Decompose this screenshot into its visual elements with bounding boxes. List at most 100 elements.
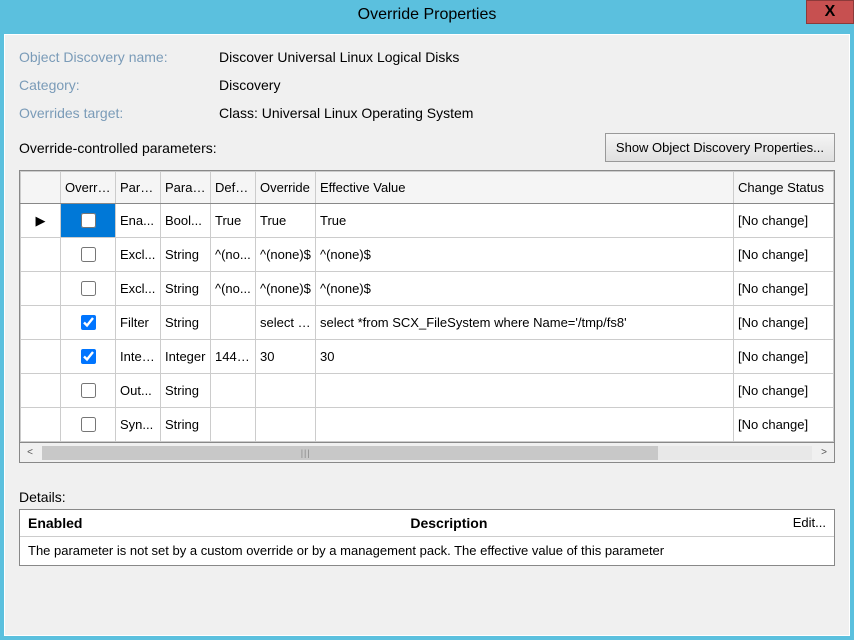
row-marker: ▶ [21, 204, 61, 238]
details-header: Enabled Description Edit... [20, 510, 834, 537]
table-row[interactable]: Excl...String^(no...^(none)$^(none)$[No … [21, 272, 834, 306]
override-checkbox[interactable] [81, 281, 96, 296]
discovery-name-row: Object Discovery name: Discover Universa… [19, 49, 835, 65]
titlebar: Override Properties X [0, 0, 854, 30]
cell-name: Ena... [116, 204, 161, 238]
override-checkbox[interactable] [81, 247, 96, 262]
scroll-left-arrow[interactable]: < [20, 444, 40, 462]
header-effective[interactable]: Effective Value [316, 172, 734, 204]
scroll-thumb[interactable]: ||| [42, 446, 658, 460]
override-properties-window: Override Properties X Object Discovery n… [0, 0, 854, 640]
cell-override: select *f... [256, 306, 316, 340]
override-checkbox[interactable] [81, 383, 96, 398]
details-enabled-header: Enabled [28, 515, 410, 531]
discovery-name-value: Discover Universal Linux Logical Disks [219, 49, 459, 65]
table-row[interactable]: ▶Ena...Bool...TrueTrueTrue[No change] [21, 204, 834, 238]
override-checkbox-cell[interactable] [61, 306, 116, 340]
row-marker [21, 238, 61, 272]
cell-override: ^(none)$ [256, 238, 316, 272]
row-marker [21, 306, 61, 340]
cell-effective [316, 408, 734, 442]
header-override[interactable]: Override [61, 172, 116, 204]
cell-effective: True [316, 204, 734, 238]
category-row: Category: Discovery [19, 77, 835, 93]
cell-type: String [161, 374, 211, 408]
cell-change: [No change] [734, 340, 834, 374]
cell-effective: 30 [316, 340, 734, 374]
header-marker [21, 172, 61, 204]
cell-effective: select *from SCX_FileSystem where Name='… [316, 306, 734, 340]
table-row[interactable]: Inter...Integer144003030[No change] [21, 340, 834, 374]
cell-change: [No change] [734, 408, 834, 442]
target-value: Class: Universal Linux Operating System [219, 105, 473, 121]
cell-default [211, 408, 256, 442]
cell-default: ^(no... [211, 238, 256, 272]
override-checkbox-cell[interactable] [61, 238, 116, 272]
cell-type: String [161, 408, 211, 442]
params-label: Override-controlled parameters: [19, 140, 217, 156]
close-button[interactable]: X [806, 0, 854, 24]
cell-effective: ^(none)$ [316, 272, 734, 306]
parameters-table: Override Parame Parame Default Override … [20, 171, 834, 442]
cell-override [256, 408, 316, 442]
cell-name: Excl... [116, 272, 161, 306]
override-checkbox-cell[interactable] [61, 204, 116, 238]
cell-effective: ^(none)$ [316, 238, 734, 272]
cell-default: True [211, 204, 256, 238]
row-marker [21, 340, 61, 374]
horizontal-scrollbar[interactable]: < ||| > [19, 443, 835, 463]
edit-link[interactable]: Edit... [793, 515, 826, 531]
category-label: Category: [19, 77, 219, 93]
cell-override: 30 [256, 340, 316, 374]
cell-default [211, 374, 256, 408]
content-area: Object Discovery name: Discover Universa… [4, 34, 850, 636]
row-marker [21, 408, 61, 442]
cell-type: Integer [161, 340, 211, 374]
window-title: Override Properties [358, 6, 497, 24]
table-row[interactable]: Out...String[No change] [21, 374, 834, 408]
scroll-track[interactable]: ||| [42, 446, 812, 460]
header-change[interactable]: Change Status [734, 172, 834, 204]
cell-effective [316, 374, 734, 408]
cell-name: Excl... [116, 238, 161, 272]
override-checkbox[interactable] [81, 315, 96, 330]
override-checkbox[interactable] [81, 349, 96, 364]
override-checkbox-cell[interactable] [61, 340, 116, 374]
cell-name: Filter [116, 306, 161, 340]
header-override-value[interactable]: Override [256, 172, 316, 204]
details-description-header: Description [410, 515, 792, 531]
category-value: Discovery [219, 77, 280, 93]
cell-override: ^(none)$ [256, 272, 316, 306]
cell-change: [No change] [734, 238, 834, 272]
cell-default: ^(no... [211, 272, 256, 306]
table-row[interactable]: FilterStringselect *f...select *from SCX… [21, 306, 834, 340]
cell-change: [No change] [734, 204, 834, 238]
details-label: Details: [19, 489, 835, 505]
override-checkbox[interactable] [81, 213, 96, 228]
override-checkbox-cell[interactable] [61, 374, 116, 408]
cell-override [256, 374, 316, 408]
cell-type: String [161, 272, 211, 306]
discovery-name-label: Object Discovery name: [19, 49, 219, 65]
row-marker [21, 374, 61, 408]
show-properties-button[interactable]: Show Object Discovery Properties... [605, 133, 835, 162]
override-checkbox[interactable] [81, 417, 96, 432]
header-param-name[interactable]: Parame [116, 172, 161, 204]
override-checkbox-cell[interactable] [61, 408, 116, 442]
parameters-table-container: Override Parame Parame Default Override … [19, 170, 835, 443]
cell-default [211, 306, 256, 340]
header-default[interactable]: Default [211, 172, 256, 204]
cell-type: Bool... [161, 204, 211, 238]
scroll-right-arrow[interactable]: > [814, 444, 834, 462]
override-checkbox-cell[interactable] [61, 272, 116, 306]
table-row[interactable]: Syn...String[No change] [21, 408, 834, 442]
cell-name: Inter... [116, 340, 161, 374]
header-param-type[interactable]: Parame [161, 172, 211, 204]
cell-change: [No change] [734, 306, 834, 340]
details-body-text: The parameter is not set by a custom ove… [20, 537, 834, 565]
details-box: Enabled Description Edit... The paramete… [19, 509, 835, 566]
table-row[interactable]: Excl...String^(no...^(none)$^(none)$[No … [21, 238, 834, 272]
cell-default: 14400 [211, 340, 256, 374]
cell-name: Out... [116, 374, 161, 408]
table-header-row: Override Parame Parame Default Override … [21, 172, 834, 204]
